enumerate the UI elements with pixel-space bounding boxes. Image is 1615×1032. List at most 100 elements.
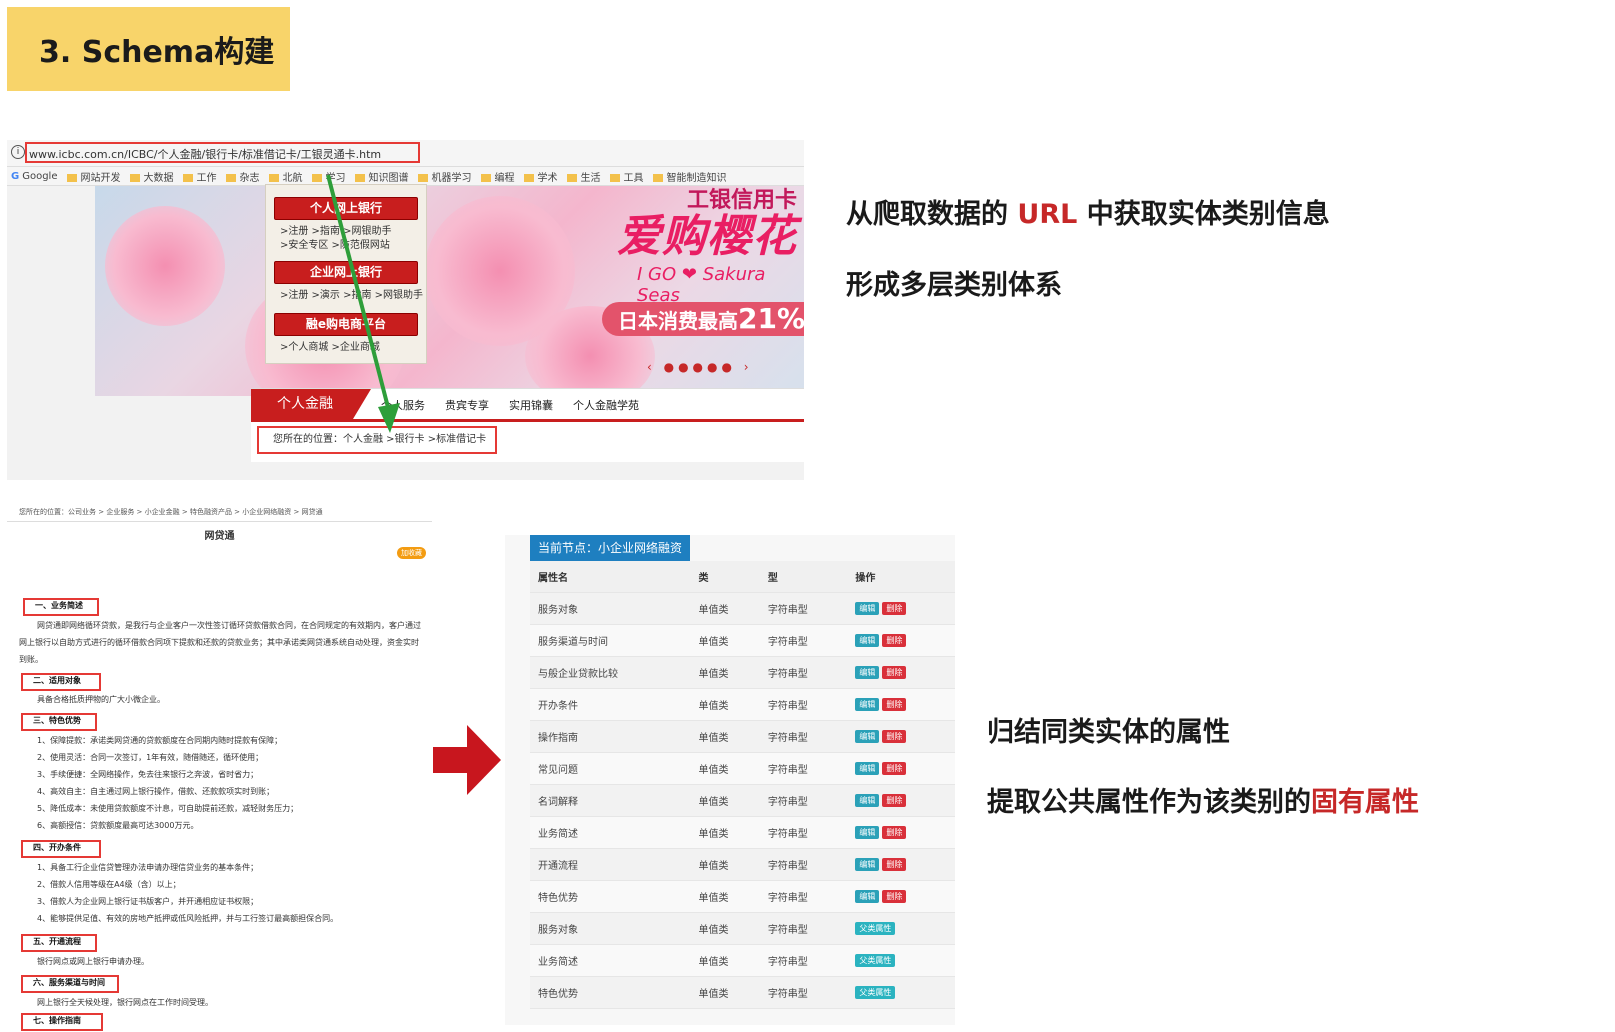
attr-type-cell: 字符串型: [759, 592, 848, 625]
promo-slogan: I GO ❤ Sakura Seas: [637, 264, 766, 306]
bookmark-item[interactable]: 学术: [524, 169, 557, 184]
section-heading: 二、适用对象: [21, 673, 101, 691]
nav-item[interactable]: 实用锦囊: [509, 397, 553, 413]
table-header-row: 属性名 类 型 操作: [530, 561, 955, 593]
attr-name-cell: 业务简述: [530, 816, 691, 849]
actions-cell: 编辑 删除: [847, 656, 955, 689]
edit-button[interactable]: 编辑: [855, 794, 880, 807]
folder-icon: [226, 173, 237, 182]
nav-item[interactable]: 个人金融学苑: [573, 397, 639, 413]
doc-text: 到账。: [19, 655, 43, 664]
edit-button[interactable]: 编辑: [855, 666, 880, 679]
heart-icon: ❤: [681, 264, 697, 285]
bookmark-item[interactable]: 大数据: [130, 169, 173, 184]
table-row: 开通流程 单值类 字符串型 编辑 删除: [530, 848, 955, 881]
product-document: 您所在的位置：公司业务 > 企业服务 > 小企业金融 > 特色融资产品 > 小企…: [7, 505, 437, 1031]
delete-button[interactable]: 删除: [882, 730, 907, 743]
section-heading: 六、服务渠道与时间: [21, 975, 119, 993]
doc-text: 2、借款人信用等级在A4级（含）以上；: [37, 880, 181, 889]
header-attr-name: 属性名: [530, 561, 691, 593]
bookmark-item[interactable]: 工作: [183, 169, 216, 184]
doc-breadcrumb[interactable]: 您所在的位置：公司业务 > 企业服务 > 小企业金融 > 特色融资产品 > 小企…: [19, 507, 323, 517]
attr-class-cell: 单值类: [690, 656, 760, 689]
actions-cell: 父类属性: [847, 912, 955, 945]
delete-button[interactable]: 删除: [882, 602, 907, 615]
promo-offer-bar: 日本消费最高21%返: [602, 302, 804, 336]
section-heading: 七、操作指南: [21, 1013, 103, 1031]
edit-button[interactable]: 编辑: [855, 698, 880, 711]
bookmark-item[interactable]: 网站开发: [67, 169, 120, 184]
bookmark-google[interactable]: G Google: [11, 171, 57, 182]
folder-icon: [418, 173, 429, 182]
attr-class-cell: 单值类: [690, 848, 760, 881]
bookmark-item[interactable]: 生活: [567, 169, 600, 184]
doc-text: 5、降低成本：未使用贷款额度不计息，可自助提前还款，减轻财务压力；: [37, 804, 299, 813]
google-icon: G: [11, 170, 20, 182]
folder-icon: [653, 173, 664, 182]
attr-class-cell: 单值类: [690, 592, 760, 625]
note-intrinsic-attributes: 提取公共属性作为该类别的固有属性: [987, 787, 1419, 818]
delete-button[interactable]: 删除: [882, 826, 907, 839]
promo-headline: 爱购樱花: [617, 211, 797, 262]
attr-class-cell: 单值类: [690, 784, 760, 817]
attr-class-cell: 单值类: [690, 880, 760, 913]
doc-text: 1、保障提款：承诺类网贷通的贷款额度在合同期内随时提款有保障；: [37, 736, 283, 745]
table-row: 开办条件 单值类 字符串型 编辑 删除: [530, 688, 955, 721]
table-row: 服务对象 单值类 字符串型 父类属性: [530, 912, 955, 945]
attr-class-cell: 单值类: [690, 912, 760, 945]
delete-button[interactable]: 删除: [882, 794, 907, 807]
doc-text: 网上银行以自助方式进行的循环借款合同项下提款和还款的贷款业务；其中承诺类网贷通系…: [19, 638, 419, 647]
attr-type-cell: 字符串型: [759, 912, 848, 945]
attr-class-cell: 单值类: [690, 976, 760, 1009]
actions-cell: 父类属性: [847, 976, 955, 1009]
carousel-dots[interactable]: ‹ ●●●●● ›: [647, 360, 753, 374]
attr-class-cell: 单值类: [690, 944, 760, 977]
attr-class-cell: 单值类: [690, 752, 760, 785]
folder-icon: [481, 173, 492, 182]
doc-text: 具备合格抵质押物的广大小微企业。: [37, 695, 165, 704]
delete-button[interactable]: 删除: [882, 858, 907, 871]
delete-button[interactable]: 删除: [882, 666, 907, 679]
bookmark-item[interactable]: 编程: [481, 169, 514, 184]
actions-cell: 编辑 删除: [847, 688, 955, 721]
edit-button[interactable]: 编辑: [855, 634, 880, 647]
delete-button[interactable]: 删除: [882, 890, 907, 903]
edit-button[interactable]: 编辑: [855, 602, 880, 615]
attr-type-cell: 字符串型: [759, 688, 848, 721]
actions-cell: 编辑 删除: [847, 784, 955, 817]
edit-button[interactable]: 编辑: [855, 826, 880, 839]
parent-attribute-badge: 父类属性: [855, 954, 896, 967]
folder-icon: [610, 173, 621, 182]
section-heading: 五、开通流程: [21, 934, 97, 952]
bookmark-item[interactable]: 工具: [610, 169, 643, 184]
edit-button[interactable]: 编辑: [855, 890, 880, 903]
blossom-decoration: [105, 206, 225, 326]
attr-type-cell: 字符串型: [759, 816, 848, 849]
table-row: 服务对象 单值类 字符串型 编辑 删除: [530, 592, 955, 625]
attr-name-cell: 特色优势: [530, 976, 691, 1009]
edit-button[interactable]: 编辑: [855, 762, 880, 775]
attr-type-cell: 字符串型: [759, 848, 848, 881]
doc-text: 1、具备工行企业信贷管理办法申请办理信贷业务的基本条件；: [37, 863, 259, 872]
section-heading: 四、开办条件: [21, 840, 101, 858]
table-row: 名词解释 单值类 字符串型 编辑 删除: [530, 784, 955, 817]
delete-button[interactable]: 删除: [882, 634, 907, 647]
note-url-categories: 从爬取数据的 URL 中获取实体类别信息: [846, 199, 1330, 230]
address-bar[interactable]: i www.icbc.com.cn/ICBC/个人金融/银行卡/标准借记卡/工银…: [7, 140, 804, 167]
folder-icon: [130, 173, 141, 182]
bookmark-item[interactable]: 杂志: [226, 169, 259, 184]
url-to-breadcrumb-arrow: [326, 174, 400, 433]
section-title-badge: 3. Schema构建: [7, 7, 290, 91]
edit-button[interactable]: 编辑: [855, 730, 880, 743]
actions-cell: 父类属性: [847, 944, 955, 977]
add-favorite-button[interactable]: 加收藏: [397, 547, 426, 559]
edit-button[interactable]: 编辑: [855, 858, 880, 871]
header-class: 类: [690, 561, 760, 593]
attr-type-cell: 字符串型: [759, 944, 848, 977]
attribute-table-body: 服务对象 单值类 字符串型 编辑 删除 服务渠道与时间 单值类 字符串型 编辑 删除 与般企业贷款比…: [530, 592, 955, 1009]
bookmark-item[interactable]: 北航: [269, 169, 302, 184]
nav-item[interactable]: 贵宾专享: [445, 397, 489, 413]
bookmark-item[interactable]: 机器学习: [418, 169, 471, 184]
delete-button[interactable]: 删除: [882, 698, 907, 711]
delete-button[interactable]: 删除: [882, 762, 907, 775]
